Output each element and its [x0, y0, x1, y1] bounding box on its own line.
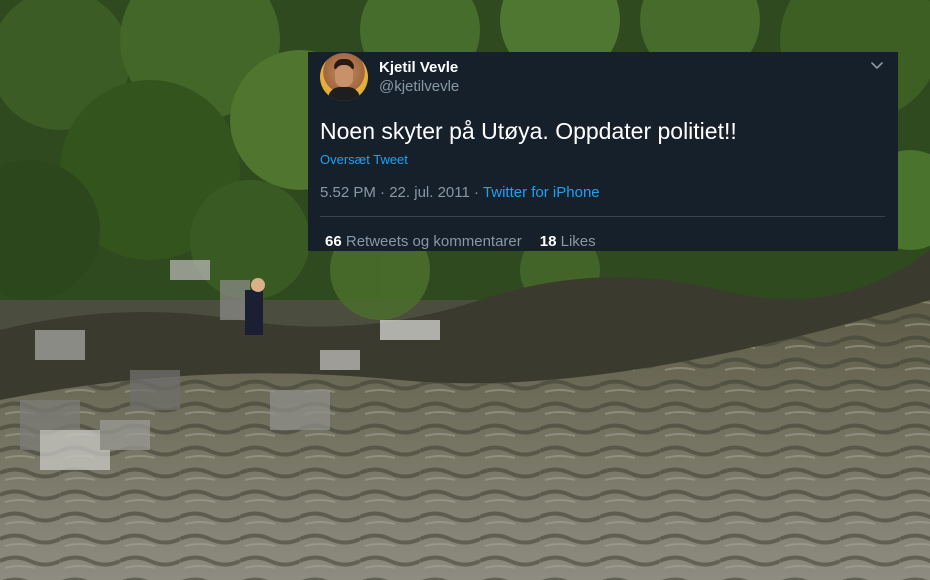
- likes-count: 18: [539, 233, 557, 250]
- retweets-stat[interactable]: 66 Retweets og kommentarer: [325, 233, 522, 250]
- retweets-label: Retweets og kommentarer: [345, 233, 522, 250]
- avatar-face: [335, 65, 353, 87]
- avatar-shirt: [328, 87, 360, 101]
- meta-separator: ·: [380, 184, 386, 201]
- tweet-date[interactable]: 22. jul. 2011: [389, 184, 470, 201]
- chevron-down-icon[interactable]: [869, 57, 885, 73]
- tweet-time: 5.52 PM: [320, 184, 376, 201]
- likes-label: Likes: [560, 233, 596, 250]
- tweet-stats: 66 Retweets og kommentarer 18 Likes: [325, 233, 596, 250]
- display-name[interactable]: Kjetil Vevle: [379, 59, 458, 76]
- translate-tweet-link[interactable]: Oversæt Tweet: [320, 152, 408, 167]
- divider: [320, 216, 885, 217]
- screenshot-scene: Kjetil Vevle @kjetilvevle Noen skyter på…: [0, 0, 930, 580]
- profile-avatar[interactable]: [320, 53, 368, 101]
- tweet-source-link[interactable]: Twitter for iPhone: [483, 184, 600, 201]
- user-handle[interactable]: @kjetilvevle: [379, 78, 459, 95]
- likes-stat[interactable]: 18 Likes: [540, 233, 596, 250]
- tweet-meta: 5.52 PM · 22. jul. 2011 · Twitter for iP…: [320, 184, 600, 201]
- meta-separator: ·: [474, 184, 480, 201]
- tweet-card[interactable]: Kjetil Vevle @kjetilvevle Noen skyter på…: [308, 52, 898, 251]
- tweet-text: Noen skyter på Utøya. Oppdater politiet!…: [320, 118, 737, 144]
- retweets-count: 66: [325, 233, 342, 250]
